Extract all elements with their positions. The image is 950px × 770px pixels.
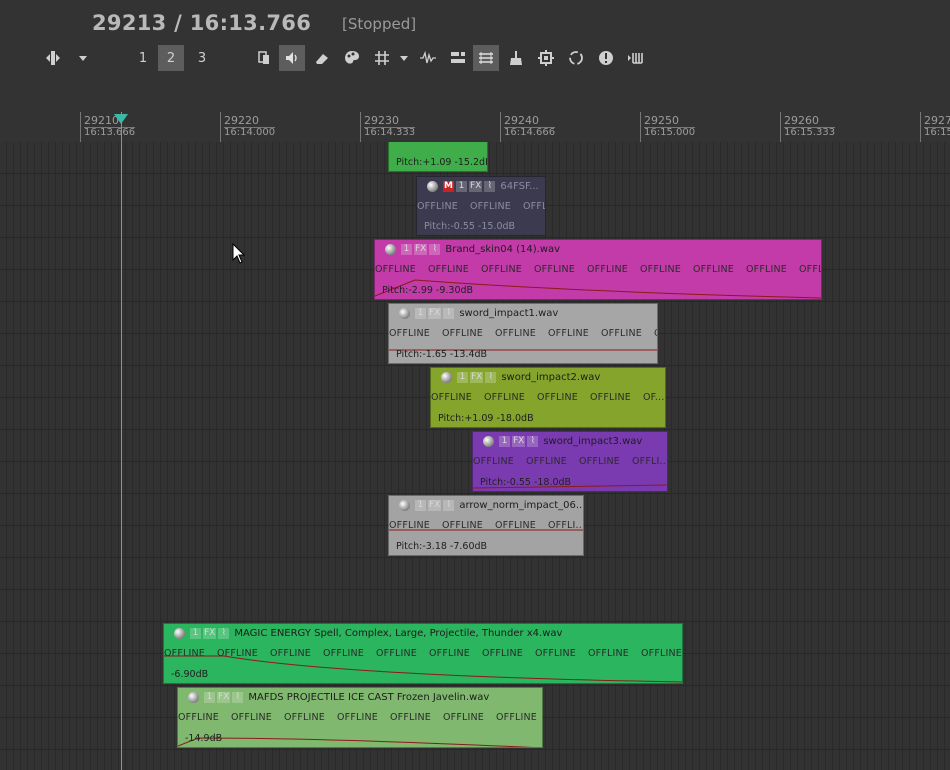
clip-info: Pitch:-1.65 -13.4dB xyxy=(396,349,488,360)
gear-icon[interactable] xyxy=(533,45,559,71)
ruler-tick: 29260 16:15.333 xyxy=(780,112,835,142)
ruler-tick: 29240 16:14.666 xyxy=(500,112,555,142)
volume-envelope xyxy=(178,737,534,747)
envelope-icon[interactable]: ⌇ xyxy=(484,180,496,192)
clip-info: Pitch:-0.55 -18.0dB xyxy=(480,477,572,488)
offline-label: OFFLINE xyxy=(484,392,526,403)
ruler-frame-label: 29260 xyxy=(784,114,835,128)
fx-button[interactable]: FX xyxy=(470,371,484,383)
audio-clip[interactable]: 1 FX ⌇ sword_impact3.wav OFFLINE OFFLINE O… xyxy=(472,431,668,492)
clip-info: Pitch:+1.09 -15.2dB xyxy=(396,157,488,168)
lane-2-button[interactable]: 2 xyxy=(158,45,184,71)
offline-label: OF... xyxy=(643,392,665,403)
offline-label: OFFLINE xyxy=(470,201,512,212)
ruler-tick: 29250 16:15.000 xyxy=(640,112,695,142)
mute-button[interactable]: M xyxy=(443,180,454,192)
info-icon[interactable] xyxy=(593,45,619,71)
ruler-frame-label: 29220 xyxy=(224,114,275,128)
volume-knob-icon[interactable] xyxy=(427,180,438,192)
clip-header: M 1 FX ⌇ 64FSF... xyxy=(417,179,539,193)
audio-clip[interactable]: 1 FX ⌇ Brand_skin04 (14).wav OFFLINE OFFL… xyxy=(374,239,822,300)
ruler-frame-label: 29230 xyxy=(364,114,415,128)
dropdown-arrow-icon[interactable] xyxy=(70,45,96,71)
offline-label: OFFLINE xyxy=(590,392,632,403)
ruler-frame-label: 29250 xyxy=(644,114,695,128)
offline-label: OFFLINE xyxy=(431,392,473,403)
offline-label: OFFLINE xyxy=(537,392,579,403)
timeline-ruler[interactable]: 29210 16:13.666 29220 16:14.000 29230 16… xyxy=(0,112,950,142)
audio-clip[interactable]: 1 FX ⌇ MAFDS PROJECTILE ICE CAST Frozen … xyxy=(177,687,543,748)
clip-info: -14.9dB xyxy=(185,733,223,744)
clip-info: Pitch:+1.09 -18.0dB xyxy=(438,413,534,424)
playhead-line[interactable] xyxy=(121,112,122,770)
audio-clip[interactable]: M 1 FX ⌇ 64FSF... OFFLINEOFFLINEOFFLINEO… xyxy=(416,176,546,236)
ruler-tick: 2927 16:15 xyxy=(920,112,950,142)
transport-status: [Stopped] xyxy=(342,15,417,33)
clip-name: sword_impact2.wav xyxy=(501,371,601,383)
ruler-tick: 29220 16:14.000 xyxy=(220,112,275,142)
offline-row: OFFLINEOFFLINEOFFLINEOF xyxy=(417,201,545,212)
grid-dropdown-icon[interactable] xyxy=(391,45,417,71)
clip-info: Pitch:-2.99 -9.30dB xyxy=(382,285,474,296)
move-tool-icon[interactable] xyxy=(40,45,66,71)
offline-row: OFFLINE OFFLINE OFFLINE OFFLINE OF... xyxy=(431,392,665,403)
clip-name: 64FSF... xyxy=(500,180,539,192)
audio-clip[interactable]: 1 FX ⌇ MAGIC ENERGY Spell, Complex, Larg… xyxy=(163,623,683,684)
offline-label: OFFLINE xyxy=(523,201,545,212)
audio-clip[interactable]: Pitch:+1.09 -15.2dB xyxy=(388,142,488,172)
lane-button[interactable]: 1 xyxy=(456,180,467,192)
ruler-time-label: 16:15.333 xyxy=(784,127,836,138)
ruler-time-label: 16:15 xyxy=(924,127,950,138)
snap-icon[interactable] xyxy=(251,45,277,71)
broom-icon[interactable] xyxy=(503,45,529,71)
eraser-icon[interactable] xyxy=(309,45,335,71)
midi-icon[interactable] xyxy=(623,45,649,71)
volume-envelope xyxy=(164,655,682,683)
envelope-icon[interactable]: ⌇ xyxy=(485,371,497,383)
ruler-time-label: 16:15.000 xyxy=(644,127,696,138)
fx-button[interactable]: FX xyxy=(469,180,483,192)
volume-knob-icon[interactable] xyxy=(441,371,452,383)
lane-3-button[interactable]: 3 xyxy=(189,45,215,71)
ruler-time-label: 16:14.000 xyxy=(224,127,276,138)
clip-info: Pitch:-3.18 -7.60dB xyxy=(396,541,488,552)
audio-clip[interactable]: 1 FX ⌇ arrow_norm_impact_06... OFFLINE OF… xyxy=(388,495,584,556)
lane-button[interactable]: 1 xyxy=(457,371,468,383)
lane-1-button[interactable]: 1 xyxy=(130,45,156,71)
ruler-tick: 29210 16:13.666 xyxy=(80,112,135,142)
ruler-tick: 29230 16:14.333 xyxy=(360,112,415,142)
clip-info: Pitch:-0.55 -15.0dB xyxy=(424,221,516,232)
offline-label: OFFLINE xyxy=(417,201,459,212)
clip-info: -6.90dB xyxy=(171,669,209,680)
timeline-track-area[interactable]: Pitch:+1.09 -15.2dB M 1 FX ⌇ 64FSF... OF… xyxy=(0,142,950,770)
ruler-time-label: 16:13.666 xyxy=(84,127,136,138)
speaker-icon[interactable] xyxy=(279,45,305,71)
ruler-time-label: 16:14.666 xyxy=(504,127,556,138)
mouse-cursor-icon xyxy=(232,242,246,269)
transport-header: 29213 / 16:13.766 [Stopped] 1 2 3 xyxy=(0,0,950,112)
waveform-icon[interactable] xyxy=(415,45,441,71)
palette-icon[interactable] xyxy=(339,45,365,71)
ruler-frame-label: 2927 xyxy=(924,114,950,128)
audio-clip[interactable]: 1 FX ⌇ sword_impact1.wav OFFLINE OFFLINE O… xyxy=(388,303,658,364)
loop-icon[interactable] xyxy=(563,45,589,71)
ruler-frame-label: 29240 xyxy=(504,114,555,128)
audio-clip[interactable]: 1 FX ⌇ sword_impact2.wav OFFLINE OFFLINE O… xyxy=(430,367,666,428)
bracket-icon[interactable] xyxy=(473,45,499,71)
align-icon[interactable] xyxy=(445,45,471,71)
clip-header: 1 FX ⌇ sword_impact2.wav xyxy=(431,370,600,384)
playback-position: 29213 / 16:13.766 xyxy=(92,11,312,35)
ruler-time-label: 16:14.333 xyxy=(364,127,416,138)
playhead-marker-icon[interactable] xyxy=(114,114,128,124)
